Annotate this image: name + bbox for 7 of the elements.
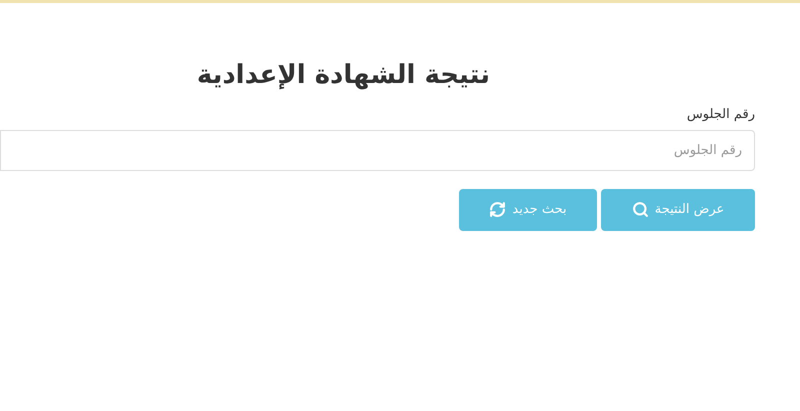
field-label: رقم الجلوس	[686, 106, 755, 124]
seat-number-field[interactable]: رقم الجلوس	[0, 130, 755, 170]
refresh-icon	[489, 201, 506, 218]
new-search-button[interactable]: بحث جديد	[459, 188, 597, 230]
search-icon	[632, 201, 649, 218]
page-title: نتيجة الشهادة الإعدادية	[196, 59, 490, 92]
show-result-button[interactable]: عرض النتيجة	[601, 188, 755, 230]
